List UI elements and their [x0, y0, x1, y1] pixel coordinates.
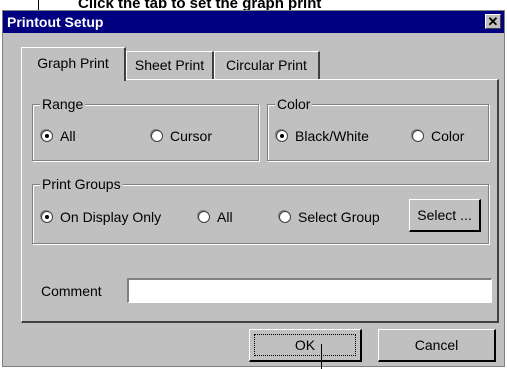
- dialog-title: Printout Setup: [7, 14, 104, 30]
- radio-selected-icon: [276, 130, 288, 142]
- cancel-button[interactable]: Cancel: [378, 329, 496, 362]
- close-button[interactable]: ✕: [485, 14, 501, 29]
- tab-sheet-print-label: Sheet Print: [134, 57, 205, 73]
- range-cursor-radio[interactable]: Cursor: [151, 128, 212, 144]
- print-groups-legend: Print Groups: [40, 176, 123, 192]
- tab-sheet-print[interactable]: Sheet Print: [126, 51, 214, 79]
- color-blackwhite-label: Black/White: [295, 128, 369, 144]
- print-groups-select-group-label: Select Group: [298, 209, 380, 225]
- print-groups-on-display-label: On Display Only: [60, 209, 162, 225]
- radio-unselected-icon: [412, 130, 424, 142]
- print-groups-on-display-radio[interactable]: On Display Only: [41, 209, 161, 225]
- print-groups-select-group-radio[interactable]: Select Group: [279, 209, 380, 225]
- select-group-button-label: Select ...: [417, 207, 472, 223]
- color-color-radio[interactable]: Color: [412, 128, 464, 144]
- radio-selected-icon: [41, 211, 53, 223]
- printout-setup-dialog: Printout Setup ✕ Graph Print Sheet Print…: [2, 10, 505, 367]
- print-groups-all-label: All: [217, 209, 233, 225]
- close-icon: ✕: [487, 14, 499, 29]
- range-group: Range All Cursor: [32, 96, 259, 161]
- radio-selected-icon: [41, 130, 53, 142]
- ok-button[interactable]: OK: [249, 329, 362, 362]
- comment-input[interactable]: [127, 278, 492, 303]
- comment-label: Comment: [41, 283, 102, 299]
- color-blackwhite-radio[interactable]: Black/White: [276, 128, 369, 144]
- title-bar: Printout Setup ✕: [3, 11, 504, 33]
- graph-print-panel: Range All Cursor Color Black/White Color…: [21, 79, 499, 323]
- range-all-radio[interactable]: All: [41, 128, 76, 144]
- callout-line-bottom: [321, 344, 322, 369]
- print-groups-all-radio[interactable]: All: [198, 209, 233, 225]
- radio-unselected-icon: [198, 211, 210, 223]
- range-legend: Range: [40, 96, 86, 112]
- tab-graph-print-label: Graph Print: [37, 55, 109, 71]
- print-groups-group: Print Groups On Display Only All Select …: [32, 176, 489, 244]
- select-group-button[interactable]: Select ...: [409, 199, 481, 232]
- radio-unselected-icon: [151, 130, 163, 142]
- range-cursor-label: Cursor: [170, 128, 213, 144]
- color-color-label: Color: [431, 128, 465, 144]
- tab-graph-print[interactable]: Graph Print: [21, 47, 126, 81]
- radio-unselected-icon: [279, 211, 291, 223]
- range-all-label: All: [60, 128, 76, 144]
- ok-focus-rect: [254, 334, 356, 356]
- color-legend: Color: [275, 96, 313, 112]
- color-group: Color Black/White Color: [267, 96, 489, 161]
- cancel-button-label: Cancel: [414, 337, 459, 353]
- tab-circular-print[interactable]: Circular Print: [214, 51, 320, 79]
- tab-circular-print-label: Circular Print: [226, 57, 307, 73]
